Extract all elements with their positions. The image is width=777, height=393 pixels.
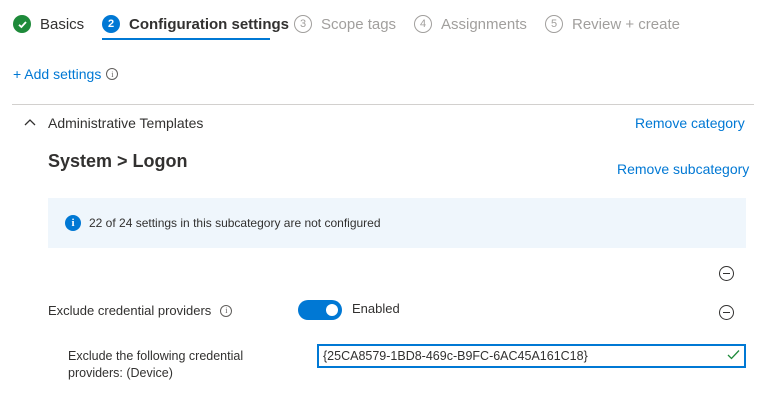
step-label: Assignments: [441, 15, 527, 33]
field-label: Exclude the following credential provide…: [68, 349, 244, 380]
step-scope-tags[interactable]: 3 Scope tags: [294, 12, 396, 36]
step-number: 3: [294, 15, 312, 33]
credential-providers-input[interactable]: [317, 344, 746, 368]
info-icon: i: [65, 215, 81, 231]
category-title: Administrative Templates: [48, 115, 204, 131]
step-assignments[interactable]: 4 Assignments: [414, 12, 527, 36]
active-step-indicator: [102, 38, 270, 40]
divider: [12, 104, 754, 105]
step-review-create[interactable]: 5 Review + create: [545, 12, 680, 36]
toggle-label: Enabled: [352, 301, 400, 316]
subcategory-title: System > Logon: [48, 151, 188, 171]
info-banner: i 22 of 24 settings in this subcategory …: [48, 198, 746, 248]
step-label: Scope tags: [321, 15, 397, 33]
step-number: 2: [102, 15, 120, 33]
info-icon[interactable]: i: [220, 304, 233, 317]
step-number: 4: [414, 15, 432, 33]
step-label: Review + create: [572, 15, 680, 33]
checkmark-icon: [727, 350, 740, 360]
add-settings-row: + Add settings i: [13, 66, 119, 82]
checkmark-icon: [13, 15, 31, 33]
step-number: 5: [545, 15, 563, 33]
step-label: Configuration settings: [129, 15, 289, 33]
minus-circle-icon[interactable]: [719, 305, 734, 320]
info-icon[interactable]: i: [106, 68, 119, 80]
step-basics[interactable]: Basics: [13, 12, 84, 36]
enabled-toggle[interactable]: [298, 300, 342, 320]
info-banner-text: 22 of 24 settings in this subcategory ar…: [89, 216, 381, 230]
toggle-knob: [326, 304, 338, 316]
remove-subcategory-link[interactable]: Remove subcategory: [617, 161, 749, 177]
minus-circle-icon[interactable]: [719, 266, 734, 281]
step-configuration-settings[interactable]: 2 Configuration settings: [102, 12, 289, 36]
add-settings-link[interactable]: + Add settings: [13, 66, 101, 82]
remove-category-link[interactable]: Remove category: [635, 115, 745, 131]
setting-row-label: Exclude credential providers i: [48, 303, 233, 318]
setting-label: Exclude credential providers: [48, 303, 212, 318]
step-label: Basics: [40, 15, 85, 33]
chevron-up-icon[interactable]: [24, 117, 36, 127]
